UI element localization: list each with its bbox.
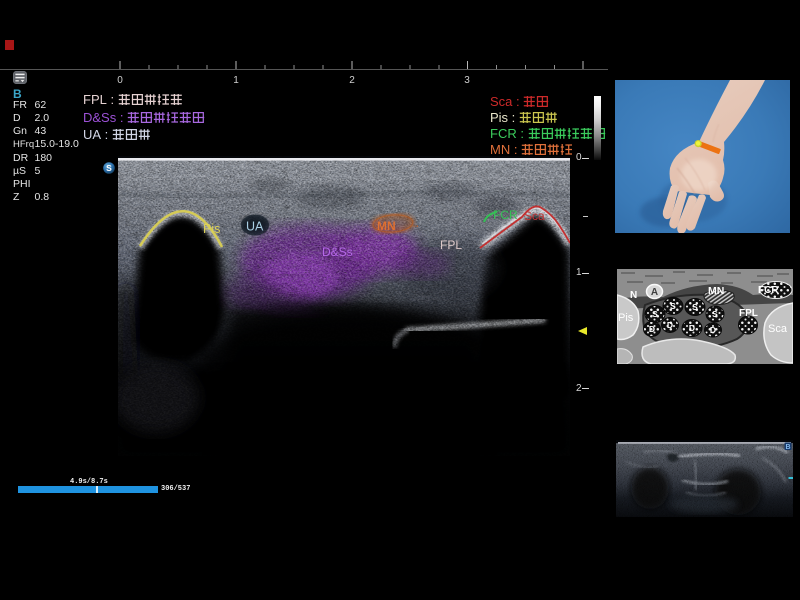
svg-text:B: B (785, 444, 790, 451)
svg-text:FPL: FPL (440, 238, 462, 252)
svg-text:MN: MN (708, 285, 724, 297)
svg-text:D: D (710, 325, 716, 335)
svg-text:FPL: FPL (739, 308, 758, 319)
svg-text:S: S (652, 309, 658, 319)
svg-text:Sca: Sca (524, 209, 545, 223)
svg-text:S: S (692, 302, 698, 312)
svg-text:D: D (649, 324, 655, 334)
svg-text:A: A (651, 287, 658, 298)
svg-text:MN: MN (377, 219, 396, 233)
svg-text:S: S (712, 309, 718, 319)
svg-text:FCR: FCR (493, 208, 518, 222)
svg-text:Pis: Pis (618, 312, 634, 324)
svg-text:S: S (106, 163, 112, 173)
svg-text:N: N (630, 290, 637, 301)
svg-text:UA: UA (246, 220, 264, 234)
svg-text:D&Ss: D&Ss (322, 245, 353, 259)
svg-text:S: S (670, 301, 676, 311)
svg-text:Sca: Sca (768, 323, 788, 335)
svg-text:Pis: Pis (203, 222, 220, 236)
svg-text:D: D (667, 320, 673, 330)
svg-text:D: D (689, 323, 695, 333)
svg-text:→: → (411, 220, 420, 230)
svg-text:FCR: FCR (758, 285, 779, 296)
